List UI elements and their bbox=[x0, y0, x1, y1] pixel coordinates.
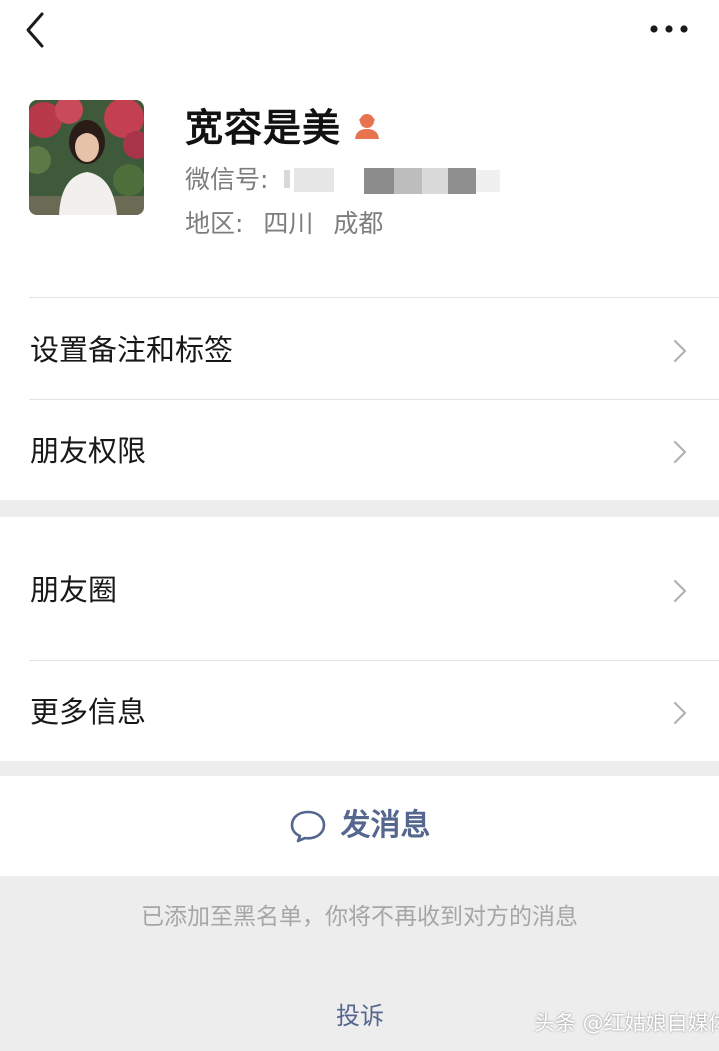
region-city: 成都 bbox=[333, 209, 384, 238]
complain-link[interactable]: 投诉 bbox=[320, 996, 400, 1036]
watermark: 头条 @红姑娘自媒体 bbox=[534, 1011, 719, 1035]
chevron-right-icon bbox=[673, 579, 687, 603]
wechat-id-redacted bbox=[284, 168, 500, 194]
avatar-photo bbox=[29, 100, 144, 215]
menu-item-friend-permissions[interactable]: 朋友权限 bbox=[0, 401, 719, 501]
chevron-left-icon bbox=[26, 12, 44, 48]
blacklist-notice: 已添加至黑名单，你将不再收到对方的消息 bbox=[141, 904, 578, 930]
back-button[interactable] bbox=[18, 8, 54, 52]
menu-item-moments[interactable]: 朋友圈 bbox=[0, 540, 719, 640]
region-label: 地区: bbox=[185, 209, 244, 238]
send-message-label: 发消息 bbox=[340, 808, 431, 843]
avatar[interactable] bbox=[29, 100, 144, 215]
divider bbox=[29, 660, 719, 661]
send-message-button[interactable]: 发消息 bbox=[0, 776, 719, 876]
region-province: 四川 bbox=[263, 209, 314, 238]
region-info: 地区: 四川 成都 bbox=[185, 207, 383, 241]
chevron-right-icon bbox=[673, 440, 687, 464]
more-dots-icon bbox=[650, 25, 688, 33]
menu-item-label: 设置备注和标签 bbox=[30, 333, 234, 367]
female-icon bbox=[355, 114, 379, 139]
menu-item-remarks-tags[interactable]: 设置备注和标签 bbox=[0, 300, 719, 400]
menu-item-label: 更多信息 bbox=[30, 695, 147, 729]
wechat-id-label: 微信号: bbox=[185, 165, 269, 194]
chevron-right-icon bbox=[673, 701, 687, 725]
chat-bubble-icon bbox=[290, 810, 325, 843]
divider bbox=[29, 297, 719, 298]
menu-item-label: 朋友权限 bbox=[30, 434, 147, 468]
menu-item-label: 朋友圈 bbox=[30, 573, 118, 607]
chevron-right-icon bbox=[673, 339, 687, 363]
profile-name: 宽容是美 bbox=[185, 106, 342, 150]
menu-item-more-info[interactable]: 更多信息 bbox=[0, 662, 719, 762]
more-options-button[interactable] bbox=[644, 12, 694, 46]
divider bbox=[29, 399, 719, 400]
